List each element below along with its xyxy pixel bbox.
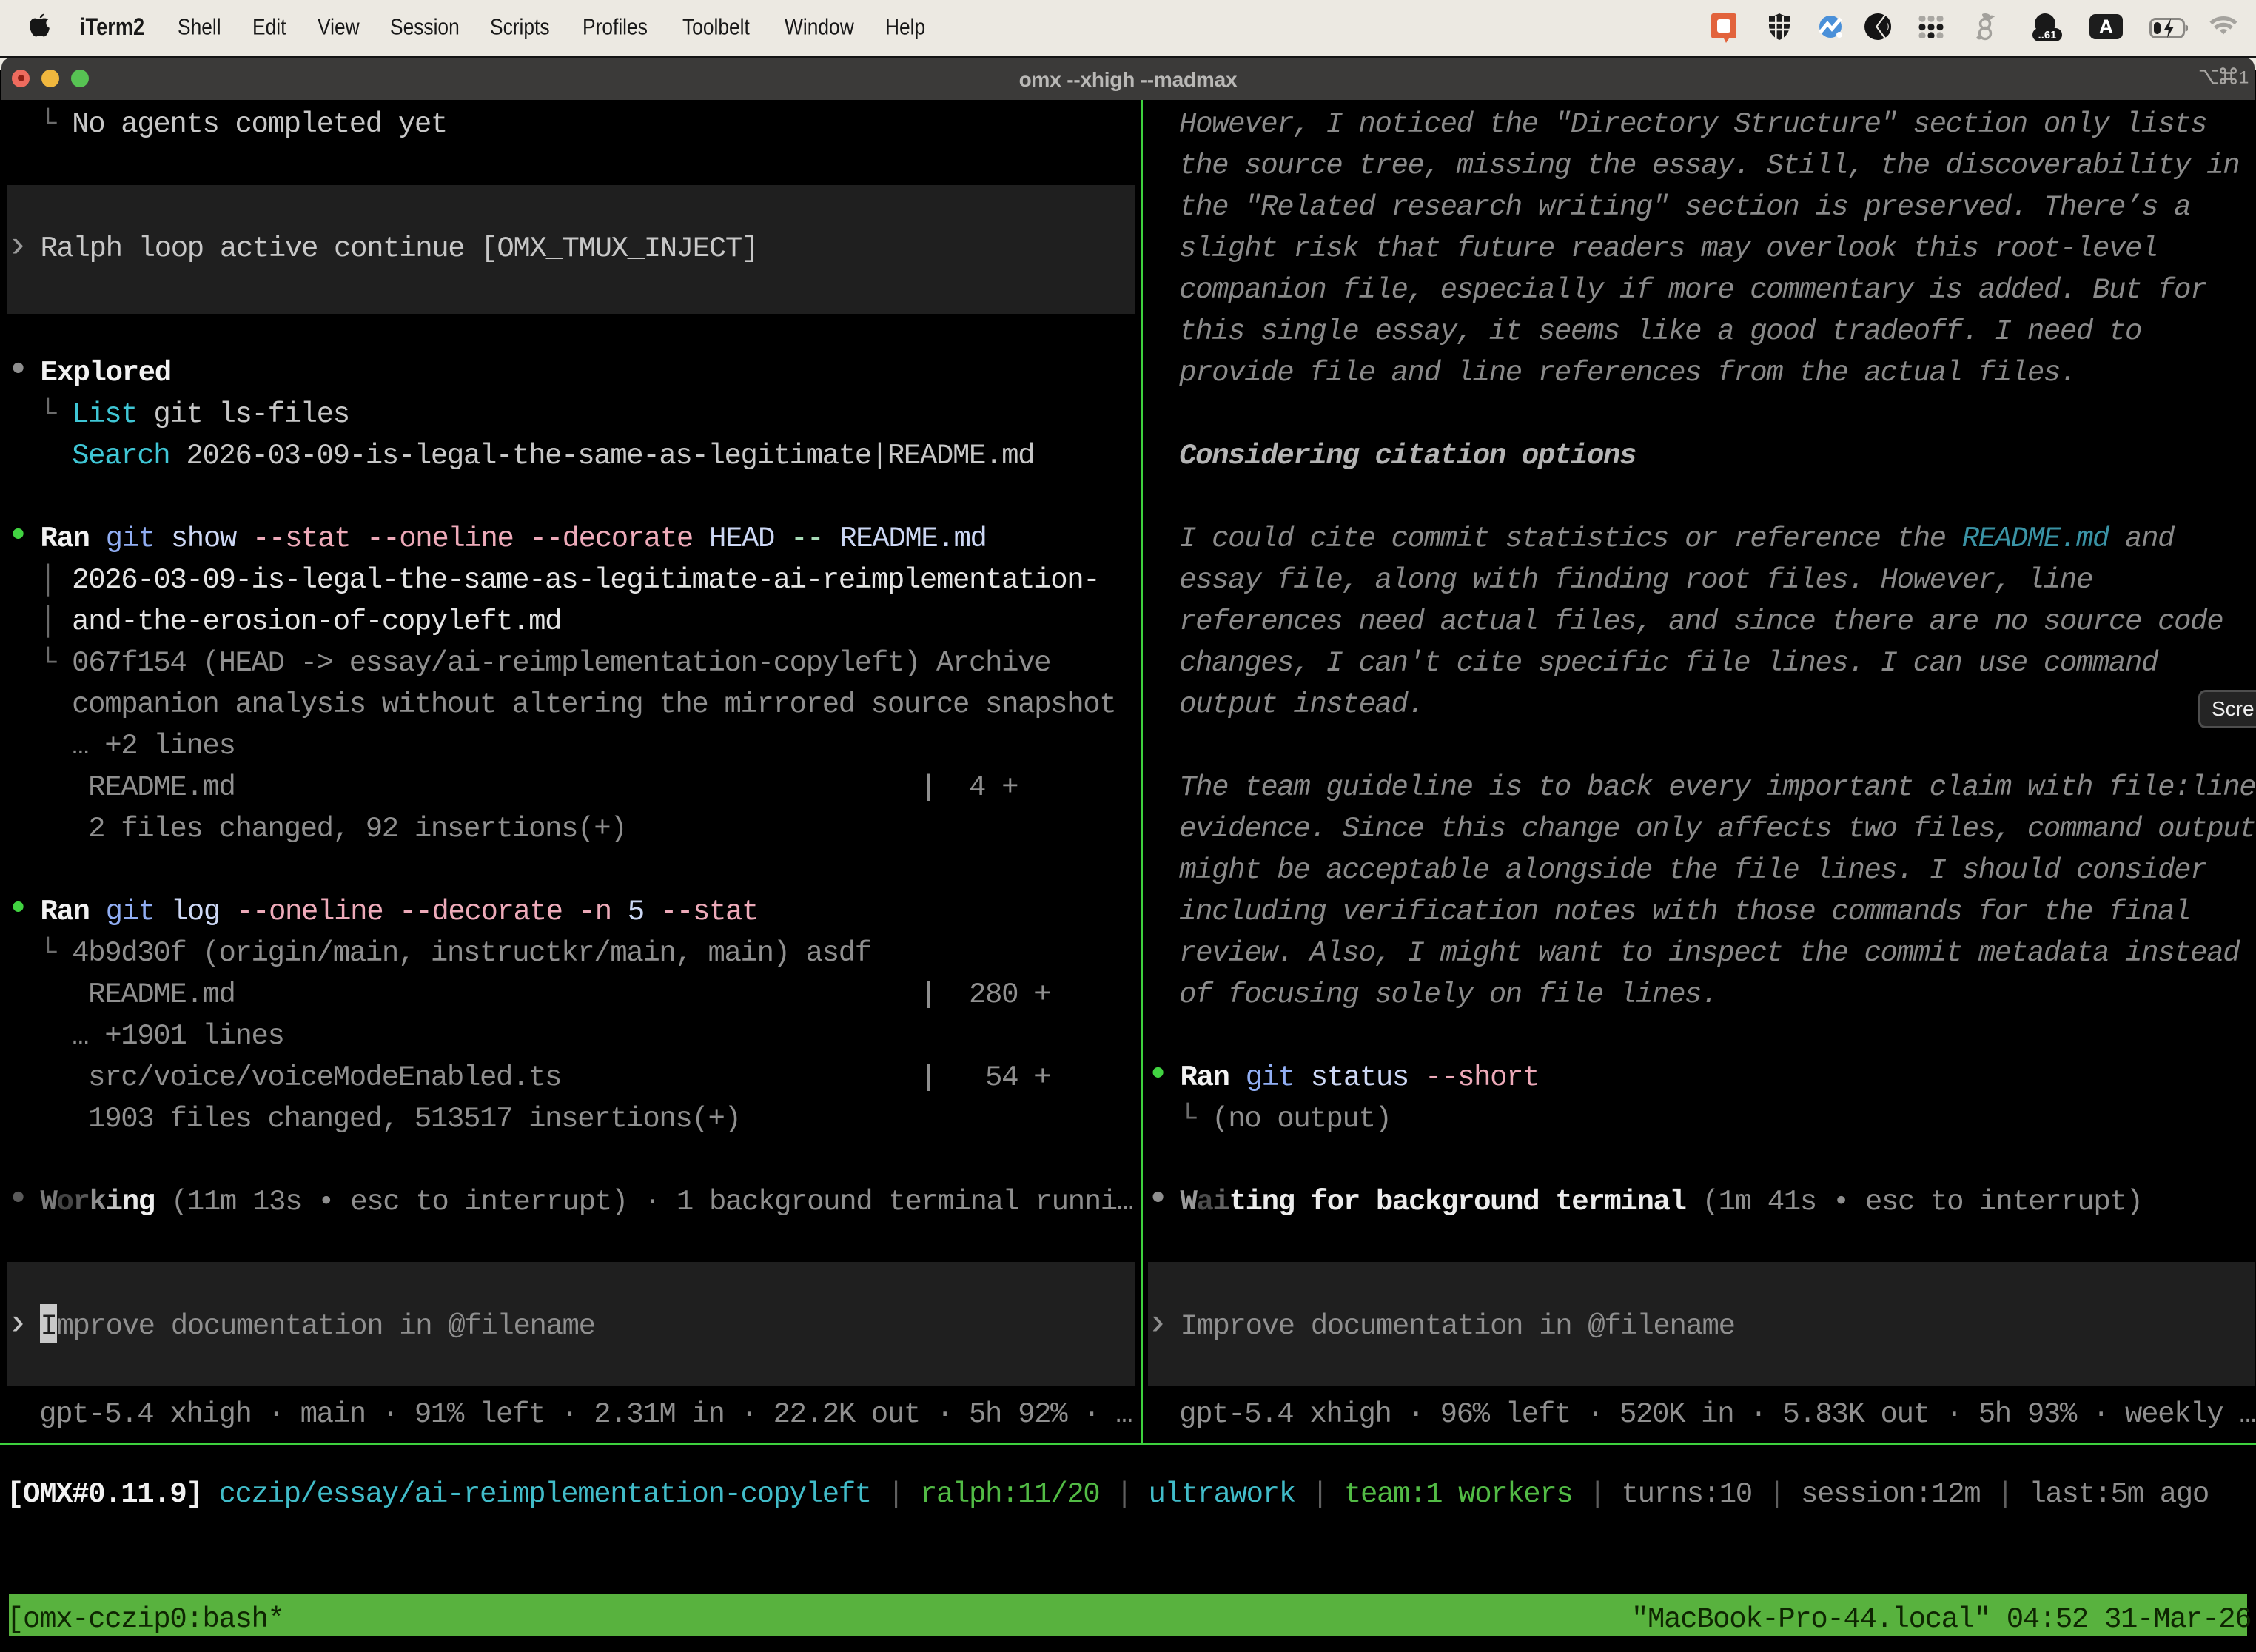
svg-text:..61: ..61 xyxy=(2038,29,2056,41)
svg-text:1: 1 xyxy=(2239,68,2249,87)
